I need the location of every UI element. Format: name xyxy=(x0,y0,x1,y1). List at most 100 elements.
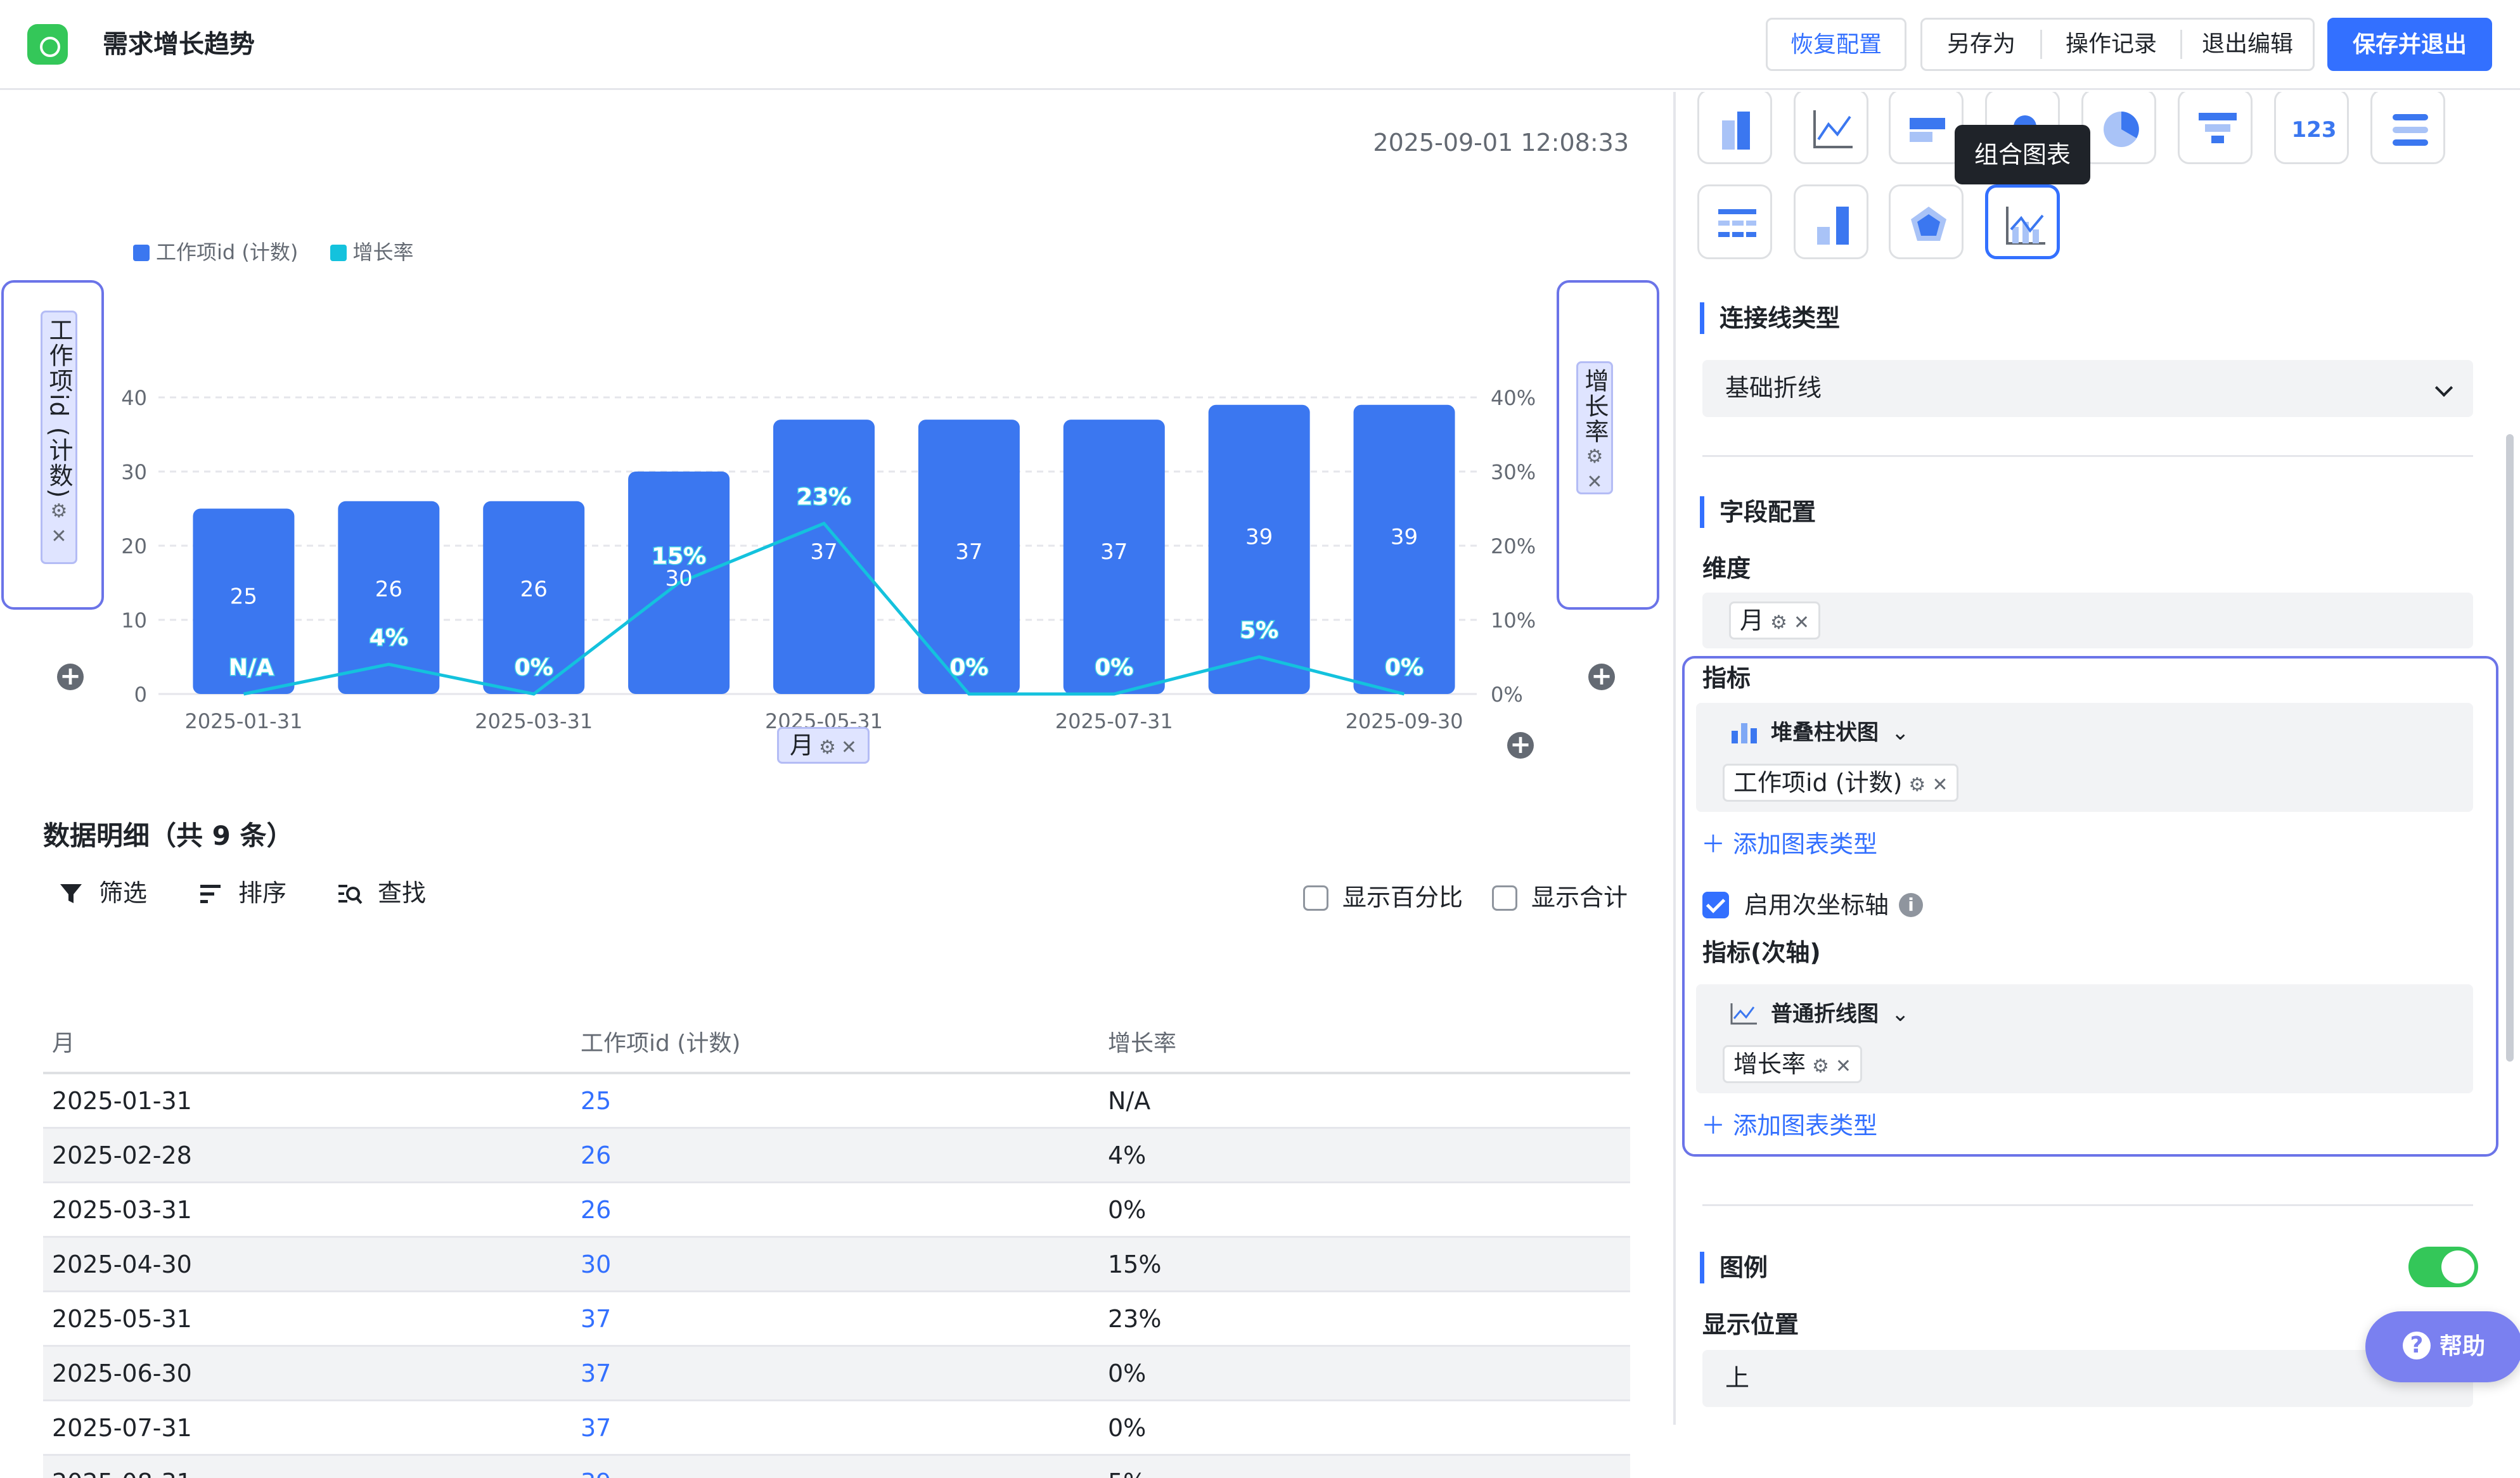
secondary-axis-label: 启用次坐标轴 xyxy=(1744,891,1889,919)
chart-type-funnel-button[interactable] xyxy=(2178,92,2253,164)
save-and-exit-button[interactable]: 保存并退出 xyxy=(2327,18,2492,71)
add-right-axis-icon[interactable]: + xyxy=(1588,664,1615,690)
x-tick-label: 2025-03-31 xyxy=(475,709,593,733)
plus-icon: ＋ xyxy=(1701,830,1733,858)
chart-type-horizontal-bar-button[interactable] xyxy=(1889,92,1964,164)
chart-type-table-button[interactable] xyxy=(1697,184,1772,259)
add-secondary-chart-type-link[interactable]: ＋ 添加图表类型 xyxy=(1701,1110,1877,1141)
rate-data-label: 23% xyxy=(797,484,851,510)
secondary-axis-checkbox[interactable] xyxy=(1702,892,1729,918)
cell-count[interactable]: 25 xyxy=(581,1074,611,1128)
bar-value-label: 30 xyxy=(665,566,692,591)
section-divider xyxy=(1702,455,2473,457)
cell-month: 2025-06-30 xyxy=(52,1359,192,1387)
chart-type-radar-button[interactable] xyxy=(1889,184,1964,259)
bar-value-label: 37 xyxy=(955,539,982,565)
filter-icon xyxy=(60,884,82,903)
info-icon[interactable]: i xyxy=(1899,893,1923,917)
find-button[interactable]: 查找 xyxy=(337,874,426,912)
find-icon xyxy=(338,885,363,904)
cell-month: 2025-01-31 xyxy=(52,1087,192,1115)
legend-position-select[interactable]: 上 xyxy=(1702,1350,2473,1407)
add-chart-type-link[interactable]: ＋ 添加图表类型 xyxy=(1701,828,1877,860)
chevron-down-icon: ⌄ xyxy=(1891,1001,1910,1027)
line-type-select[interactable]: 基础折线 xyxy=(1702,360,2473,417)
cell-count[interactable]: 37 xyxy=(581,1347,611,1400)
sort-button[interactable]: 排序 xyxy=(198,874,286,912)
gear-icon[interactable]: ⚙ xyxy=(819,736,836,759)
cell-count[interactable]: 26 xyxy=(581,1129,611,1182)
table-row[interactable]: 2025-05-31 37 23% xyxy=(43,1292,1630,1347)
chart-type-waterfall-button[interactable] xyxy=(1794,184,1868,259)
chart-type-list-button[interactable] xyxy=(2370,92,2445,164)
rate-data-label: N/A xyxy=(229,655,274,681)
show-percent-option[interactable]: 显示百分比 xyxy=(1303,883,1463,912)
chart-type-combo-button[interactable] xyxy=(1985,184,2060,259)
cell-count[interactable]: 30 xyxy=(581,1238,611,1291)
show-total-checkbox[interactable] xyxy=(1492,885,1517,911)
dimension-label: 维度 xyxy=(1702,555,1751,582)
table-row[interactable]: 2025-03-31 26 0% xyxy=(43,1183,1630,1238)
table-row[interactable]: 2025-02-28 26 4% xyxy=(43,1129,1630,1183)
metric-chart-type-select[interactable]: 堆叠柱状图 ⌄ xyxy=(1730,718,1910,747)
cell-count[interactable]: 39 xyxy=(581,1456,611,1478)
close-icon[interactable]: ✕ xyxy=(841,736,857,759)
cell-count[interactable]: 37 xyxy=(581,1401,611,1455)
cell-rate: 5% xyxy=(1108,1456,1146,1478)
cell-count[interactable]: 26 xyxy=(581,1183,611,1237)
app-logo-icon xyxy=(27,24,68,65)
config-scrollbar[interactable] xyxy=(2506,434,2514,1062)
line-chart-icon xyxy=(1730,1003,1757,1025)
secondary-metric-chip[interactable]: 增长率 ⚙ ✕ xyxy=(1723,1045,1863,1083)
add-left-axis-icon[interactable]: + xyxy=(57,664,84,690)
history-button[interactable]: 操作记录 xyxy=(2042,20,2180,69)
column-header-count[interactable]: 工作项id (计数) xyxy=(581,1024,740,1064)
chart-type-number-button[interactable]: 123 xyxy=(2274,92,2349,164)
y-tick-label: 20 xyxy=(121,534,147,558)
radar-chart-icon xyxy=(1911,207,1946,241)
gear-icon[interactable]: ⚙ xyxy=(1908,774,1925,796)
gear-icon[interactable]: ⚙ xyxy=(1770,612,1787,634)
table-row[interactable]: 2025-07-31 37 0% xyxy=(43,1401,1630,1456)
section-divider xyxy=(1702,1204,2473,1206)
column-header-month[interactable]: 月 xyxy=(52,1024,75,1064)
y2-tick-label: 20% xyxy=(1491,534,1536,558)
legend-toggle[interactable] xyxy=(2408,1247,2478,1287)
table-row[interactable]: 2025-06-30 37 0% xyxy=(43,1347,1630,1401)
chart-type-pie-button[interactable] xyxy=(2081,92,2156,164)
show-total-option[interactable]: 显示合计 xyxy=(1492,883,1628,912)
secondary-chart-type-select[interactable]: 普通折线图 ⌄ xyxy=(1730,999,1910,1029)
cell-count[interactable]: 37 xyxy=(581,1292,611,1346)
table-row[interactable]: 2025-04-30 30 15% xyxy=(43,1238,1630,1292)
chart-type-line-button[interactable] xyxy=(1794,92,1868,164)
cell-month: 2025-02-28 xyxy=(52,1141,192,1169)
show-percent-checkbox[interactable] xyxy=(1303,885,1328,911)
metric-series-panel: 堆叠柱状图 ⌄ 工作项id (计数) ⚙ ✕ xyxy=(1696,703,2473,812)
rate-data-label: 5% xyxy=(1240,618,1278,644)
chart-type-bar-button[interactable] xyxy=(1697,92,1772,164)
help-button[interactable]: ? 帮助 xyxy=(2365,1311,2520,1382)
rate-data-label: 4% xyxy=(370,625,408,651)
table-row[interactable]: 2025-08-31 39 5% xyxy=(43,1456,1630,1478)
filter-button[interactable]: 筛选 xyxy=(58,874,147,912)
page-title: 需求增长趋势 xyxy=(103,30,255,59)
dimension-chip[interactable]: 月 ⚙ ✕ xyxy=(1729,601,1821,639)
close-icon[interactable]: ✕ xyxy=(1932,774,1948,796)
add-dimension-icon[interactable]: + xyxy=(1507,732,1534,759)
save-as-button[interactable]: 另存为 xyxy=(1922,20,2040,69)
bar-value-label: 37 xyxy=(1100,539,1128,565)
exit-edit-button[interactable]: 退出编辑 xyxy=(2182,20,2313,69)
x-axis-field-chip[interactable]: 月 ⚙ ✕ xyxy=(777,727,870,764)
close-icon[interactable]: ✕ xyxy=(1794,612,1810,634)
close-icon[interactable]: ✕ xyxy=(1835,1055,1851,1077)
funnel-chart-icon xyxy=(2199,113,2237,143)
gear-icon[interactable]: ⚙ xyxy=(1812,1055,1829,1077)
line-type-value: 基础折线 xyxy=(1725,374,1822,402)
cell-rate: 15% xyxy=(1108,1250,1162,1278)
table-row[interactable]: 2025-01-31 25 N/A xyxy=(43,1074,1630,1129)
column-header-rate[interactable]: 增长率 xyxy=(1108,1024,1176,1064)
restore-config-button[interactable]: 恢复配置 xyxy=(1766,18,1906,71)
data-table: 月 工作项id (计数) 增长率 2025-01-31 25 N/A 2025-02-… xyxy=(43,1024,1630,1478)
dimension-dropzone[interactable]: 月 ⚙ ✕ xyxy=(1702,593,2473,648)
metric-chip[interactable]: 工作项id (计数) ⚙ ✕ xyxy=(1723,764,1959,802)
